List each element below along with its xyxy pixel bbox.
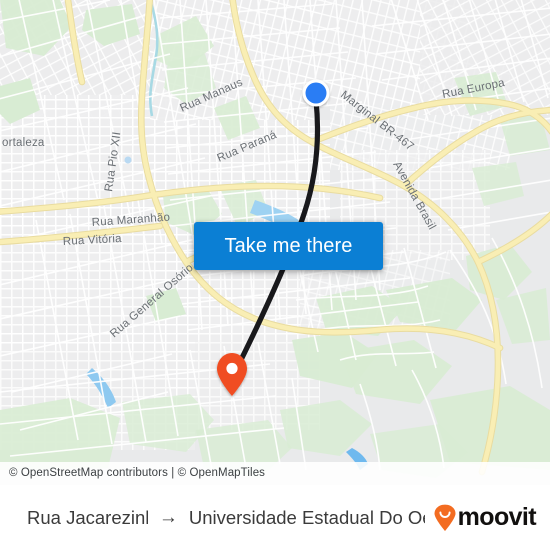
route-summary[interactable]: Rua Jacarezinh… → Universidade Estadual …: [27, 507, 425, 529]
route-destination-label: Universidade Estadual Do Oeste…: [188, 506, 425, 528]
route-origin-label: Rua Jacarezinh…: [27, 506, 148, 528]
take-me-there-button[interactable]: Take me there: [194, 222, 383, 270]
map-canvas[interactable]: ortaleza Rua Pio XII Rua Manaus Rua Para…: [0, 0, 550, 485]
moovit-pin-icon: [434, 504, 456, 531]
moovit-wordmark: moovit: [457, 503, 537, 531]
moovit-logo[interactable]: moovit: [433, 503, 537, 532]
origin-marker[interactable]: [302, 79, 330, 107]
street-label-fortaleza: ortaleza: [2, 137, 45, 149]
bottom-bar: Rua Jacarezinh… → Universidade Estadual …: [0, 485, 550, 550]
arrow-right-icon: →: [158, 507, 178, 528]
map-attribution: © OpenStreetMap contributors | © OpenMap…: [0, 462, 550, 485]
take-me-there-label: Take me there: [224, 234, 353, 257]
map-screen: ortaleza Rua Pio XII Rua Manaus Rua Para…: [0, 0, 550, 550]
